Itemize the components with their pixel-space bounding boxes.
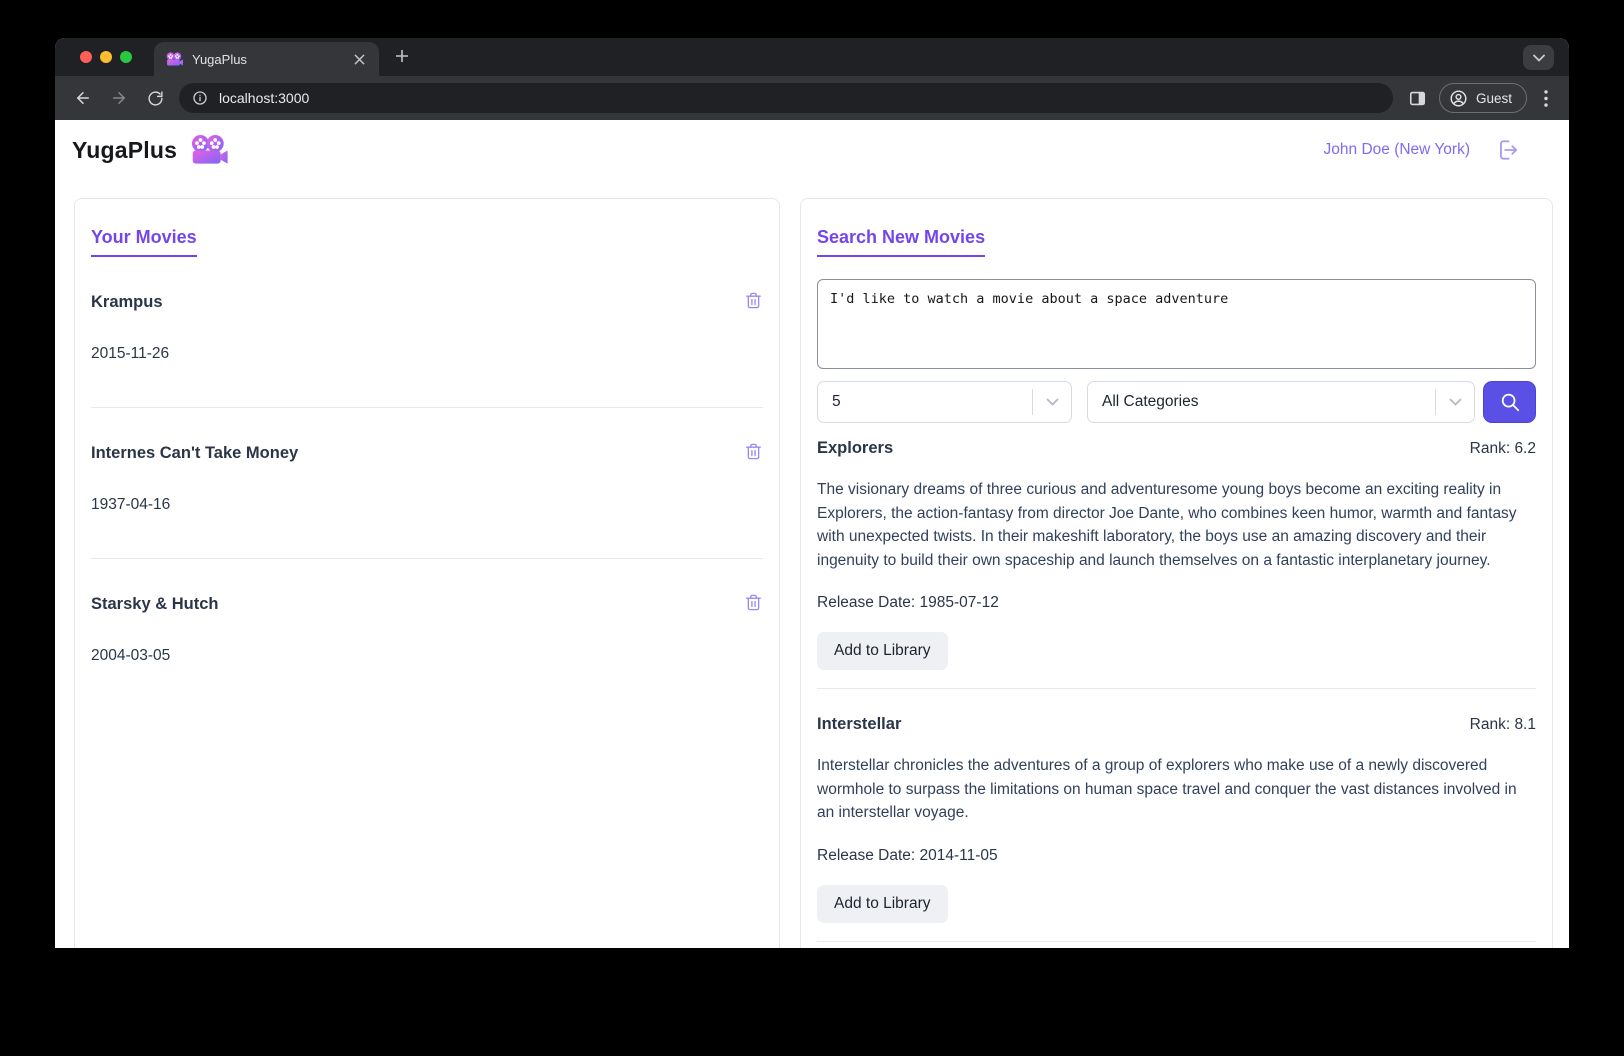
result-limit-value: 5 <box>818 393 1032 411</box>
library-movie-row: Starsky & Hutch 2004-03-05 <box>91 558 763 709</box>
close-window-button[interactable] <box>80 51 92 63</box>
movie-release-date: 1937-04-16 <box>91 496 763 514</box>
traffic-lights <box>80 51 132 63</box>
result-description: The visionary dreams of three curious an… <box>817 478 1536 572</box>
result-head: Explorers Rank: 6.2 <box>817 439 1536 458</box>
new-tab-button[interactable] <box>387 41 417 71</box>
result-description: Interstellar chronicles the adventures o… <box>817 754 1536 825</box>
user-account-link[interactable]: John Doe (New York) <box>1324 141 1470 159</box>
chevron-down-icon <box>1033 398 1071 406</box>
add-to-library-button[interactable]: Add to Library <box>817 632 948 670</box>
movie-title: Internes Can't Take Money <box>91 444 298 463</box>
movie-camera-logo-icon <box>190 135 228 166</box>
movie-title: Krampus <box>91 293 163 312</box>
brand: YugaPlus <box>72 135 228 166</box>
result-release-date: Release Date: 1985-07-12 <box>817 594 1536 612</box>
tab-favicon-movie-camera-icon <box>166 52 183 67</box>
category-select[interactable]: All Categories <box>1087 381 1475 423</box>
tab-close-icon[interactable] <box>349 49 369 69</box>
url-bar[interactable]: localhost:3000 <box>179 83 1393 113</box>
header-right: John Doe (New York) <box>1324 137 1521 163</box>
magnifier-icon <box>1499 391 1521 413</box>
chevron-down-icon <box>1436 398 1474 406</box>
browser-menu-icon[interactable] <box>1533 83 1559 113</box>
search-result: Conquest of Space Rank: 5 <box>817 941 1536 948</box>
minimize-window-button[interactable] <box>100 51 112 63</box>
library-movie-row: Krampus 2015-11-26 <box>91 257 763 407</box>
side-panel-icon[interactable] <box>1403 83 1433 113</box>
search-controls: 5 All Categories <box>817 381 1536 423</box>
logout-icon[interactable] <box>1495 137 1521 163</box>
movie-release-date: 2015-11-26 <box>91 345 763 363</box>
add-to-library-button[interactable]: Add to Library <box>817 885 948 923</box>
tab-title: YugaPlus <box>192 52 340 67</box>
movie-row-head: Krampus <box>91 293 763 312</box>
your-movies-title: Your Movies <box>91 227 197 257</box>
search-results-list: Explorers Rank: 6.2 The visionary dreams… <box>817 423 1536 948</box>
library-movie-row: Internes Can't Take Money 1937-04-16 <box>91 407 763 558</box>
fullscreen-window-button[interactable] <box>120 51 132 63</box>
trash-icon[interactable] <box>744 442 763 461</box>
search-card: Search New Movies I'd like to watch a mo… <box>800 198 1553 948</box>
category-value: All Categories <box>1088 393 1435 411</box>
search-button[interactable] <box>1483 381 1536 423</box>
browser-tab[interactable]: YugaPlus <box>154 42 379 76</box>
result-limit-select[interactable]: 5 <box>817 381 1072 423</box>
site-info-icon[interactable] <box>192 90 208 106</box>
result-release-date: Release Date: 2014-11-05 <box>817 847 1536 865</box>
search-result: Explorers Rank: 6.2 The visionary dreams… <box>817 423 1536 688</box>
browser-toolbar: localhost:3000 Guest <box>55 76 1569 120</box>
guest-label: Guest <box>1476 91 1512 106</box>
site-header: YugaPlus John Doe (New York) <box>55 120 1569 180</box>
your-movies-card: Your Movies Krampus <box>74 198 780 948</box>
back-icon[interactable] <box>68 83 98 113</box>
main-content: Your Movies Krampus <box>55 180 1569 948</box>
person-circle-icon <box>1449 89 1468 108</box>
movie-title: Starsky & Hutch <box>91 595 218 614</box>
search-query-input[interactable]: I'd like to watch a movie about a space … <box>817 279 1536 369</box>
your-movies-list: Krampus 2015-11-26 <box>91 257 763 709</box>
reload-icon[interactable] <box>140 83 170 113</box>
brand-name: YugaPlus <box>72 137 177 164</box>
movie-row-head: Starsky & Hutch <box>91 595 763 614</box>
page: YugaPlus John Doe (New York) <box>55 120 1569 948</box>
tab-strip: YugaPlus <box>55 38 1569 76</box>
trash-icon[interactable] <box>744 593 763 612</box>
result-head: Interstellar Rank: 8.1 <box>817 715 1536 734</box>
url-text: localhost:3000 <box>219 90 309 106</box>
browser-window: YugaPlus localhost:3000 <box>55 38 1569 948</box>
trash-icon[interactable] <box>744 291 763 310</box>
result-title: Explorers <box>817 439 893 458</box>
movie-row-head: Internes Can't Take Money <box>91 444 763 463</box>
guest-profile-button[interactable]: Guest <box>1439 83 1527 113</box>
search-result: Interstellar Rank: 8.1 Interstellar chro… <box>817 688 1536 941</box>
search-title: Search New Movies <box>817 227 985 257</box>
result-rank: Rank: 8.1 <box>1470 716 1536 734</box>
movie-release-date: 2004-03-05 <box>91 647 763 665</box>
forward-icon[interactable] <box>104 83 134 113</box>
result-title: Interstellar <box>817 715 901 734</box>
result-rank: Rank: 6.2 <box>1470 440 1536 458</box>
tab-search-chevron-icon[interactable] <box>1523 45 1554 70</box>
